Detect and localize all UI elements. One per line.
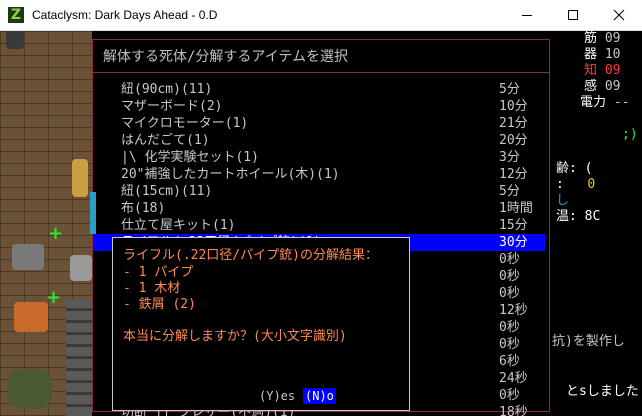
stat-label: 器 <box>584 47 598 62</box>
map-marker-plus: + <box>46 287 62 308</box>
map-rock <box>70 255 92 281</box>
stat-value: 09 <box>604 31 621 46</box>
unknown-value: 0 <box>587 177 596 192</box>
item-time: 12分 <box>499 167 528 182</box>
item-name: マイクロモーター(1) <box>121 116 249 131</box>
list-item[interactable]: マイクロモーター(1) 21分 <box>93 115 545 132</box>
list-item[interactable]: 20"補強したカートホイール(木)(1) 12分 <box>93 166 545 183</box>
list-item[interactable]: マザーボード(2) 10分 <box>93 98 545 115</box>
temperature: 温: 8C <box>556 209 600 225</box>
stat-label: 感 <box>584 79 598 94</box>
item-time: 10分 <box>499 99 528 114</box>
item-time: 0秒 <box>499 320 520 335</box>
item-time: 15分 <box>499 218 528 233</box>
close-button[interactable] <box>596 0 642 30</box>
map-creature <box>72 159 88 197</box>
list-item[interactable]: 布(18) 1時間 <box>93 200 545 217</box>
item-time: 6秒 <box>499 354 520 369</box>
item-name: 紐(15cm)(11) <box>121 184 213 199</box>
stat-power: 電力 -- <box>580 95 630 111</box>
confirm-popup: ライフル(.22口径/パイプ銃)の分解結果： - 1 パイプ - 1 木材 - … <box>112 237 410 411</box>
map-marker-plus: + <box>48 223 64 244</box>
map-item-machine <box>12 244 44 270</box>
stat-dex: 器 10 <box>584 47 621 63</box>
item-time: 21分 <box>499 116 528 131</box>
item-time: 18秒 <box>499 405 528 416</box>
item-time: 5分 <box>499 82 520 97</box>
app-icon: Z <box>8 7 24 23</box>
temperature-label: 温: <box>556 209 577 224</box>
maximize-button[interactable] <box>550 0 596 30</box>
dialog-title: 解体する死体/分解するアイテムを選択 <box>103 49 349 65</box>
maximize-icon <box>568 10 578 20</box>
list-item[interactable]: 仕立て屋キット(1) 15分 <box>93 217 545 234</box>
unknown-stat: : 0 <box>556 177 595 193</box>
list-item[interactable]: はんだごて(1) 20分 <box>93 132 545 149</box>
item-time: 20分 <box>499 133 528 148</box>
item-time: 0秒 <box>499 252 520 267</box>
side-char: し <box>556 193 570 208</box>
list-item[interactable]: 紐(90cm)(11) 5分 <box>93 81 545 98</box>
log-message-1: 抗)を製作し <box>552 334 625 349</box>
item-name: マザーボード(2) <box>121 99 223 114</box>
item-name: はんだごて(1) <box>121 133 210 148</box>
age-label: 齢: ( <box>556 161 592 177</box>
item-time: 0秒 <box>499 337 520 352</box>
item-time: 5分 <box>499 184 520 199</box>
item-time: 12秒 <box>499 303 528 318</box>
age-value: ( <box>584 161 593 176</box>
stat-str: 筋 09 <box>584 31 621 47</box>
item-time: 3分 <box>499 150 520 165</box>
stat-label: 知 <box>584 63 598 78</box>
list-item[interactable]: |\ 化学実験セット(1) 3分 <box>93 149 545 166</box>
map-item-bag <box>14 302 48 332</box>
item-time: 24秒 <box>499 371 528 386</box>
result-title: ライフル(.22口径/パイプ銃)の分解結果： <box>123 248 378 263</box>
item-time: 0秒 <box>499 269 520 284</box>
item-name: 20"補強したカートホイール(木)(1) <box>121 167 340 182</box>
item-time: 0秒 <box>499 286 520 301</box>
stat-per: 感 09 <box>584 79 621 95</box>
stat-label: 電力 <box>580 95 607 110</box>
stat-label: 筋 <box>584 31 598 46</box>
item-name: 紐(90cm)(11) <box>121 82 213 97</box>
result-item: - 1 パイプ <box>123 265 194 280</box>
map-wall <box>66 299 92 416</box>
close-icon <box>613 9 625 21</box>
no-button[interactable]: (N)o <box>303 388 336 404</box>
minimize-icon <box>522 15 532 16</box>
temperature-value: 8C <box>584 209 601 224</box>
item-name: 布(18) <box>121 201 166 216</box>
item-time: 30分 <box>499 235 528 250</box>
stat-value: 09 <box>604 63 621 78</box>
age-label-text: 齢: <box>556 161 577 176</box>
map-object <box>6 31 24 49</box>
result-item: - 1 木材 <box>123 281 181 296</box>
stat-value: 10 <box>604 47 621 62</box>
stat-value: 09 <box>604 79 621 94</box>
unknown-label: : <box>556 177 564 192</box>
item-name: 仕立て屋キット(1) <box>121 218 236 233</box>
map-item-backpack <box>8 369 52 409</box>
item-time: 0秒 <box>499 388 520 403</box>
game-viewport: + + 筋 09 器 10 知 09 感 09 電力 -- ;) 齢: ( : … <box>0 31 642 416</box>
character-stats: 筋 09 器 10 知 09 感 09 電力 -- ;) 齢: ( : 0 し … <box>552 31 642 416</box>
list-item[interactable]: 紐(15cm)(11) 5分 <box>93 183 545 200</box>
item-name: |\ 化学実験セット(1) <box>121 150 259 165</box>
log-message-2: とsしました <box>566 384 639 399</box>
window-titlebar: Z Cataclysm: Dark Days Ahead - 0.D <box>0 0 642 31</box>
mood-face: ;) <box>622 127 638 142</box>
dialog-divider <box>93 72 549 73</box>
window-title: Cataclysm: Dark Days Ahead - 0.D <box>32 8 218 22</box>
minimize-button[interactable] <box>504 0 550 30</box>
stat-value: -- <box>613 95 630 110</box>
result-item: - 鉄屑 (2) <box>123 297 196 312</box>
confirm-question: 本当に分解しますか？(大小文字識別) <box>123 329 347 344</box>
item-time: 1時間 <box>499 201 533 216</box>
yes-button[interactable]: (Y)es <box>259 388 295 404</box>
stat-int: 知 09 <box>584 63 621 79</box>
